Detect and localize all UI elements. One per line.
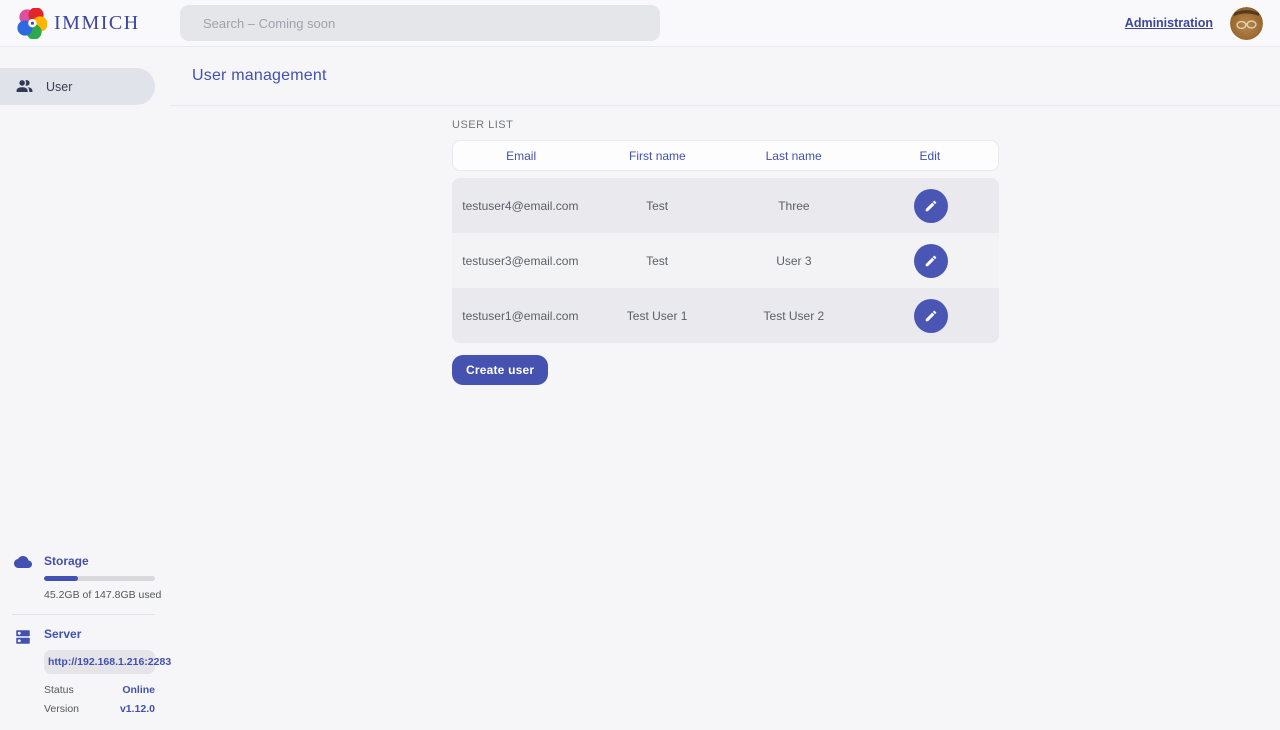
brand[interactable]: IMMICH (0, 8, 180, 39)
search-bar (180, 5, 660, 41)
users-icon (15, 77, 34, 96)
cell-first-name: Test (589, 199, 726, 213)
server-title: Server (44, 627, 155, 641)
edit-user-button[interactable] (914, 189, 948, 223)
sidebar-item-user[interactable]: User (0, 68, 155, 105)
table-body: testuser4@email.com Test Three (452, 178, 999, 343)
top-navbar: IMMICH Administration (0, 0, 1280, 47)
server-section: Server http://192.168.1.216:2283 Status … (0, 627, 170, 715)
server-icon (14, 627, 32, 715)
server-url-badge: http://192.168.1.216:2283 (44, 650, 155, 674)
edit-user-button[interactable] (914, 244, 948, 278)
sidebar-item-label: User (46, 80, 72, 94)
table-header-row: Email First name Last name Edit (452, 140, 999, 171)
storage-title: Storage (44, 554, 155, 568)
version-label: Version (44, 703, 79, 715)
cell-last-name: User 3 (726, 254, 863, 268)
version-value: v1.12.0 (120, 703, 155, 715)
col-header-last-name: Last name (726, 149, 862, 163)
table-row: testuser3@email.com Test User 3 (452, 233, 999, 288)
col-header-first-name: First name (589, 149, 725, 163)
cell-first-name: Test (589, 254, 726, 268)
cell-first-name: Test User 1 (589, 309, 726, 323)
storage-progress-bar (44, 576, 155, 581)
storage-usage-text: 45.2GB of 147.8GB used (44, 589, 155, 601)
content-area: USER LIST Email First name Last name Edi… (170, 106, 1280, 385)
user-avatar[interactable] (1230, 7, 1263, 40)
edit-user-button[interactable] (914, 299, 948, 333)
administration-link[interactable]: Administration (1125, 16, 1213, 30)
immich-logo-icon (17, 8, 47, 39)
pencil-icon (924, 254, 938, 268)
cell-last-name: Test User 2 (726, 309, 863, 323)
page-title: User management (192, 67, 327, 85)
pencil-icon (924, 309, 938, 323)
sidebar-divider (12, 614, 155, 615)
pencil-icon (924, 199, 938, 213)
user-table: Email First name Last name Edit testuser… (452, 140, 999, 343)
cell-last-name: Three (726, 199, 863, 213)
page-header: User management (170, 47, 1280, 106)
table-row: testuser4@email.com Test Three (452, 178, 999, 233)
brand-name: IMMICH (54, 12, 140, 35)
cell-email: testuser3@email.com (452, 254, 589, 268)
server-status-row: Status Online (44, 684, 155, 696)
sidebar-bottom: Storage 45.2GB of 147.8GB used Server ht… (0, 554, 170, 730)
status-value: Online (122, 684, 155, 696)
storage-progress-fill (44, 576, 78, 581)
cell-email: testuser4@email.com (452, 199, 589, 213)
sidebar: User Storage 45.2GB of 147.8GB used (0, 47, 170, 730)
main-area: User management USER LIST Email First na… (170, 47, 1280, 730)
user-list-label: USER LIST (452, 119, 1280, 131)
cloud-icon (14, 554, 32, 601)
cell-email: testuser1@email.com (452, 309, 589, 323)
table-row: testuser1@email.com Test User 1 Test Use… (452, 288, 999, 343)
search-input[interactable] (180, 5, 660, 41)
col-header-edit: Edit (862, 149, 998, 163)
create-user-button[interactable]: Create user (452, 355, 548, 385)
status-label: Status (44, 684, 74, 696)
col-header-email: Email (453, 149, 589, 163)
navbar-right: Administration (1125, 7, 1280, 40)
server-version-row: Version v1.12.0 (44, 703, 155, 715)
storage-section: Storage 45.2GB of 147.8GB used (0, 554, 170, 601)
